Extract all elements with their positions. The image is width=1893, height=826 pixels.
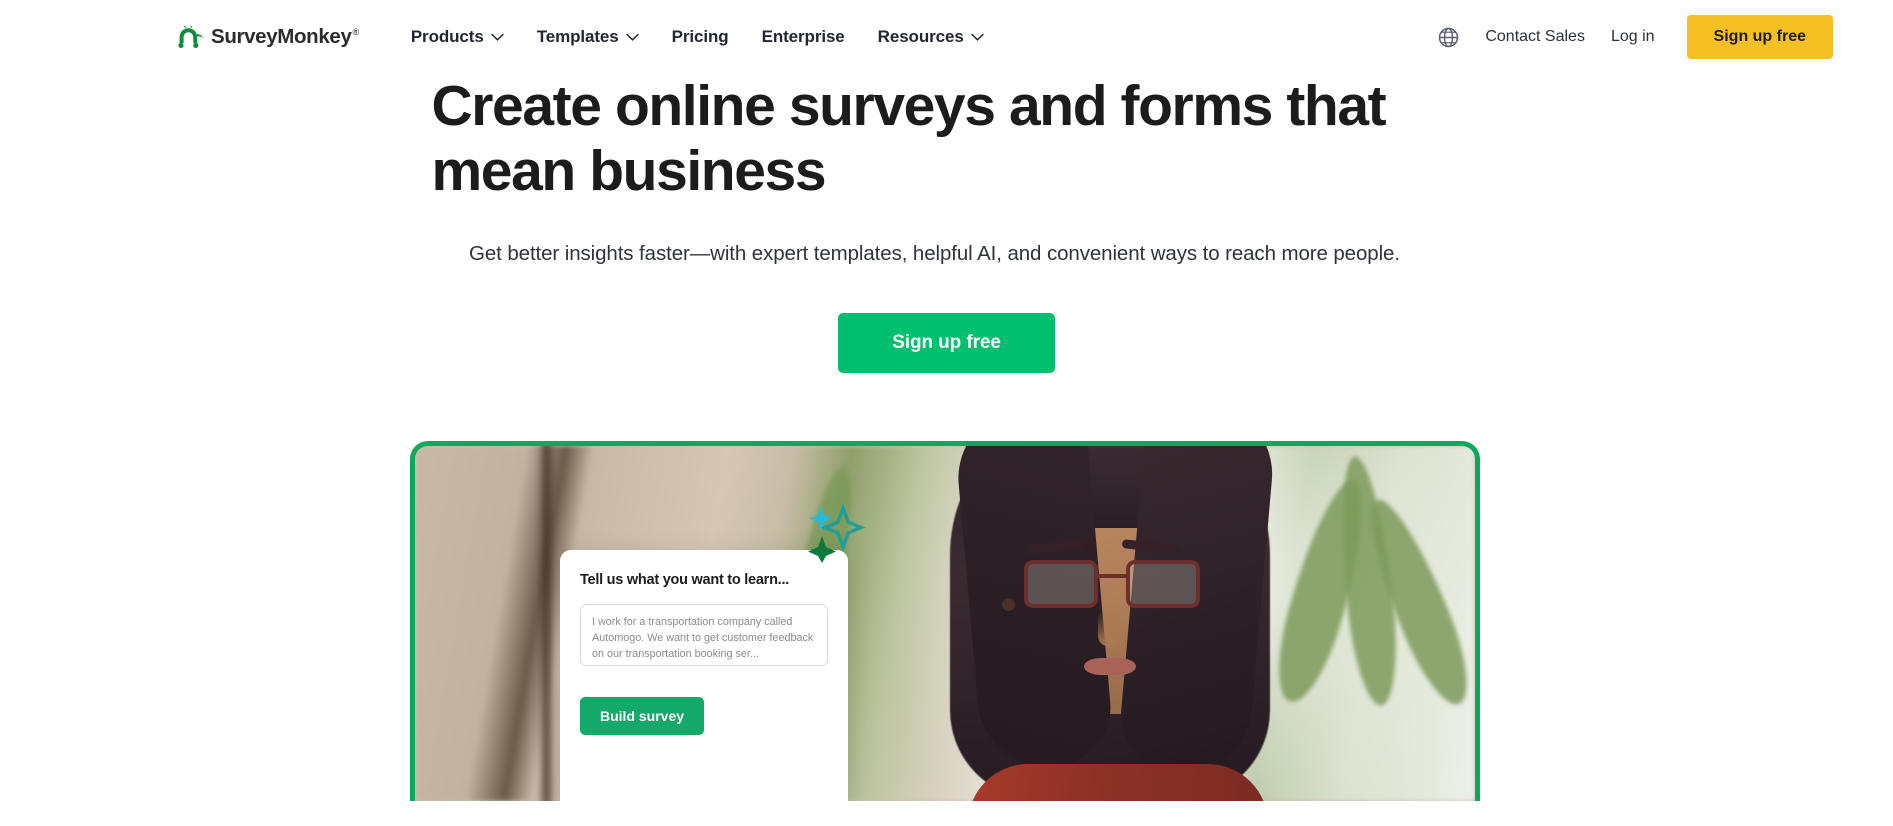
ai-prompt-card: Tell us what you want to learn... Build … (560, 549, 848, 801)
nav-item-enterprise-label: Enterprise (761, 27, 845, 46)
lens (1024, 559, 1098, 608)
nav-item-pricing[interactable]: Pricing (672, 27, 729, 47)
nav-item-products[interactable]: Products (411, 27, 504, 47)
nose (1098, 611, 1118, 646)
woman-with-glasses-photo (950, 445, 1278, 801)
product-showcase: Tell us what you want to learn... Build … (0, 440, 1893, 801)
ai-prompt-textarea[interactable] (580, 603, 828, 666)
eyeglasses (1024, 559, 1200, 608)
trademark-symbol: ® (352, 27, 360, 38)
build-survey-button[interactable]: Build survey (580, 696, 705, 735)
monkey-logo-icon (178, 25, 204, 48)
lips (1084, 657, 1136, 675)
nav-item-products-label: Products (410, 27, 484, 46)
page-title-line-2: mean business (431, 138, 827, 203)
sign-up-free-button-nav[interactable]: Sign up free (1686, 15, 1833, 59)
earring (1002, 597, 1015, 611)
device-frame: Tell us what you want to learn... Build … (410, 440, 1480, 801)
nav-item-templates-label: Templates (536, 27, 619, 46)
nav-item-templates[interactable]: Templates (537, 27, 639, 47)
log-in-link[interactable]: Log in (1611, 28, 1655, 46)
hero-section: Create online surveys and forms that mea… (0, 74, 1893, 801)
nav-item-pricing-label: Pricing (671, 27, 729, 46)
chevron-down-icon (490, 33, 504, 41)
language-selector-button[interactable] (1437, 26, 1459, 48)
ai-prompt-card-title: Tell us what you want to learn... (580, 571, 790, 588)
brand-logo-link[interactable]: SurveyMonkey® (178, 25, 359, 49)
nav-item-enterprise[interactable]: Enterprise (762, 27, 845, 47)
lens (1126, 559, 1200, 608)
contact-sales-link[interactable]: Contact Sales (1485, 28, 1585, 46)
brand-name-text: SurveyMonkey® (211, 25, 360, 48)
chevron-down-icon (625, 33, 639, 41)
primary-nav-links: Products Templates Pricing Enterprise Re… (411, 0, 984, 74)
nav-item-resources-label: Resources (877, 27, 964, 46)
nav-item-resources[interactable]: Resources (878, 27, 984, 47)
page-title-line-1: Create online surveys and forms that (431, 74, 1387, 138)
sign-up-free-button-hero[interactable]: Sign up free (838, 312, 1055, 373)
chevron-down-icon (970, 33, 984, 41)
bridge (1098, 573, 1126, 578)
page-title: Create online surveys and forms that mea… (432, 74, 1462, 203)
hero-cta-container: Sign up free (0, 312, 1893, 373)
shirt (968, 763, 1268, 801)
hero-subtitle: Get better insights faster—with expert t… (469, 242, 1400, 266)
top-navigation-bar: SurveyMonkey® Products Templates Pricing… (0, 0, 1893, 74)
nav-right-cluster: Contact Sales Log in Sign up free (1437, 15, 1833, 59)
globe-icon (1438, 27, 1459, 47)
